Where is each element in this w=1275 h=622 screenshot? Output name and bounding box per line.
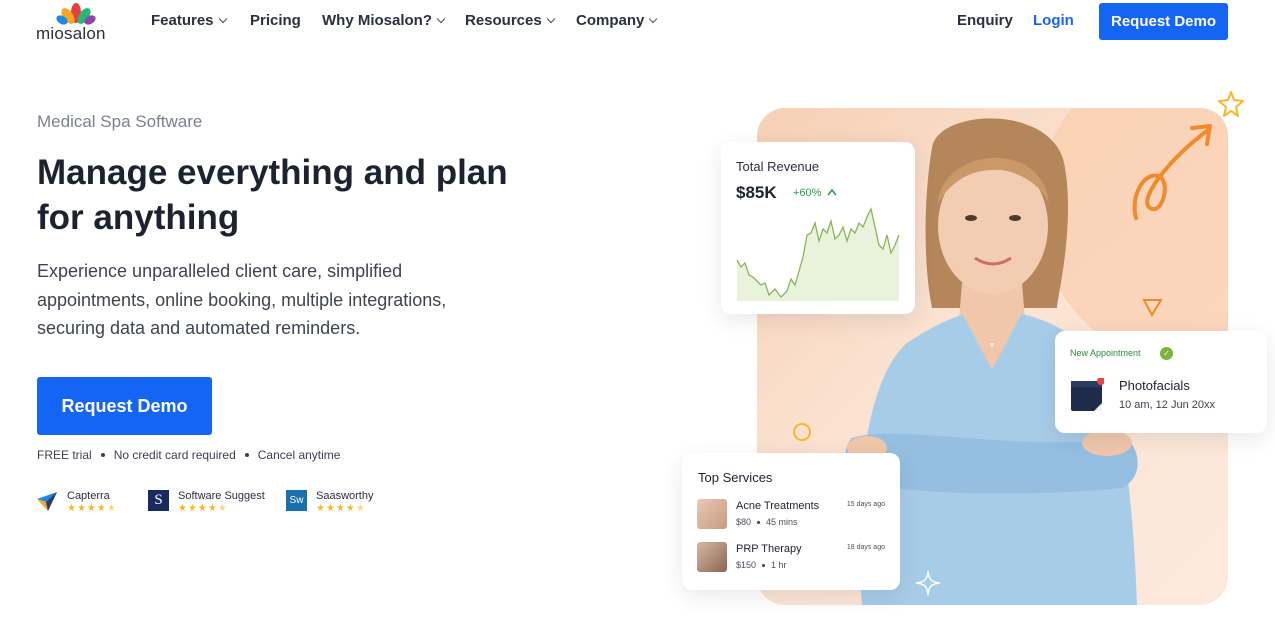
service-row[interactable]: Acne Treatments $80 45 mins 15 days ago [697, 499, 887, 531]
nav-features[interactable]: Features [151, 12, 227, 29]
capterra-icon [37, 492, 57, 511]
appointment-datetime: 10 am, 12 Jun 20xx [1119, 399, 1216, 411]
software-suggest-icon: S [148, 490, 169, 511]
chevron-down-icon [546, 14, 555, 23]
service-thumbnail [697, 542, 727, 572]
revenue-delta-label: +60% [793, 187, 822, 199]
review-capterra[interactable]: Capterra ★★★★★ [36, 490, 117, 515]
swirl-arrow-decoration [1132, 124, 1212, 220]
star-rating: ★★★★★ [178, 503, 228, 514]
nav-resources[interactable]: Resources [465, 12, 555, 29]
nav-company[interactable]: Company [576, 12, 658, 29]
chevron-down-icon [218, 14, 227, 23]
perk-no-credit-card: No credit card required [113, 448, 236, 462]
nav-why-miosalon-label: Why Miosalon? [322, 12, 432, 29]
services-title: Top Services [698, 470, 773, 485]
arrow-up-icon [826, 188, 837, 196]
revenue-value: $85K [736, 183, 777, 202]
circle-decoration [793, 423, 811, 441]
service-price: $80 [736, 517, 752, 527]
revenue-delta: +60% [793, 187, 837, 199]
nav-company-label: Company [576, 12, 645, 29]
review-saasworthy-name: Saasworthy [316, 490, 374, 502]
nav-features-label: Features [151, 12, 214, 29]
new-appointment-card: New Appointment ✓ Photofacials 10 am, 12… [1055, 331, 1267, 433]
service-meta: $80 45 mins [736, 517, 798, 527]
nav-why-miosalon[interactable]: Why Miosalon? [322, 12, 446, 29]
login-link[interactable]: Login [1033, 12, 1074, 29]
service-duration: 45 mins [766, 517, 798, 527]
service-name: PRP Therapy [736, 543, 802, 555]
star-decoration [1218, 91, 1244, 117]
perk-cancel-anytime: Cancel anytime [257, 448, 341, 462]
appointment-service: Photofacials [1119, 378, 1190, 393]
nav-resources-label: Resources [465, 12, 542, 29]
bullet-separator [762, 563, 766, 567]
logo-text: miosalon [36, 24, 106, 43]
chevron-down-icon [649, 14, 658, 23]
top-navigation: miosalon Features Pricing Why Miosalon? … [0, 0, 1275, 44]
hero-subtext: Experience unparalleled client care, sim… [37, 261, 447, 338]
service-ago: 15 days ago [846, 501, 885, 508]
top-services-card: Top Services Acne Treatments $80 45 mins… [682, 453, 900, 590]
hero-headline: Manage everything and plan for anything [37, 153, 508, 237]
review-software-suggest[interactable]: S Software Suggest ★★★★★ [148, 490, 265, 515]
hero-request-demo-button[interactable]: Request Demo [37, 377, 212, 435]
star-rating: ★★★★★ [316, 503, 366, 514]
hero-eyebrow: Medical Spa Software [37, 112, 203, 131]
bullet-separator [244, 453, 249, 457]
nav-pricing[interactable]: Pricing [250, 12, 301, 29]
revenue-title: Total Revenue [736, 159, 820, 174]
calendar-icon [1071, 378, 1104, 411]
service-row[interactable]: PRP Therapy $150 1 hr 18 days ago [697, 542, 887, 574]
appointment-tag: New Appointment [1070, 348, 1141, 358]
bullet-separator [100, 453, 105, 457]
perks-list: FREE trial No credit card required Cance… [37, 448, 340, 462]
service-thumbnail [697, 499, 727, 529]
revenue-sparkline [736, 207, 900, 301]
chevron-down-icon [436, 14, 446, 23]
saasworthy-icon: Sw [286, 490, 307, 511]
perk-free-trial: FREE trial [37, 448, 92, 462]
nav-pricing-label: Pricing [250, 12, 301, 29]
service-ago: 18 days ago [846, 544, 885, 551]
triangle-decoration [1142, 299, 1163, 318]
service-duration: 1 hr [771, 560, 787, 570]
sparkle-decoration [915, 570, 941, 596]
check-icon: ✓ [1160, 347, 1173, 360]
review-capterra-name: Capterra [67, 490, 110, 502]
service-name: Acne Treatments [736, 500, 820, 512]
enquiry-link[interactable]: Enquiry [957, 12, 1013, 29]
service-meta: $150 1 hr [736, 560, 787, 570]
miosalon-logo[interactable]: miosalon [36, 2, 116, 43]
nav-request-demo-button[interactable]: Request Demo [1099, 3, 1228, 40]
review-software-suggest-name: Software Suggest [178, 490, 265, 502]
total-revenue-card: Total Revenue $85K +60% [721, 142, 915, 314]
star-rating: ★★★★★ [67, 503, 117, 514]
bullet-separator [757, 520, 761, 524]
review-saasworthy[interactable]: Sw Saasworthy ★★★★★ [286, 490, 373, 515]
service-price: $150 [736, 560, 757, 570]
lotus-icon [56, 3, 96, 25]
